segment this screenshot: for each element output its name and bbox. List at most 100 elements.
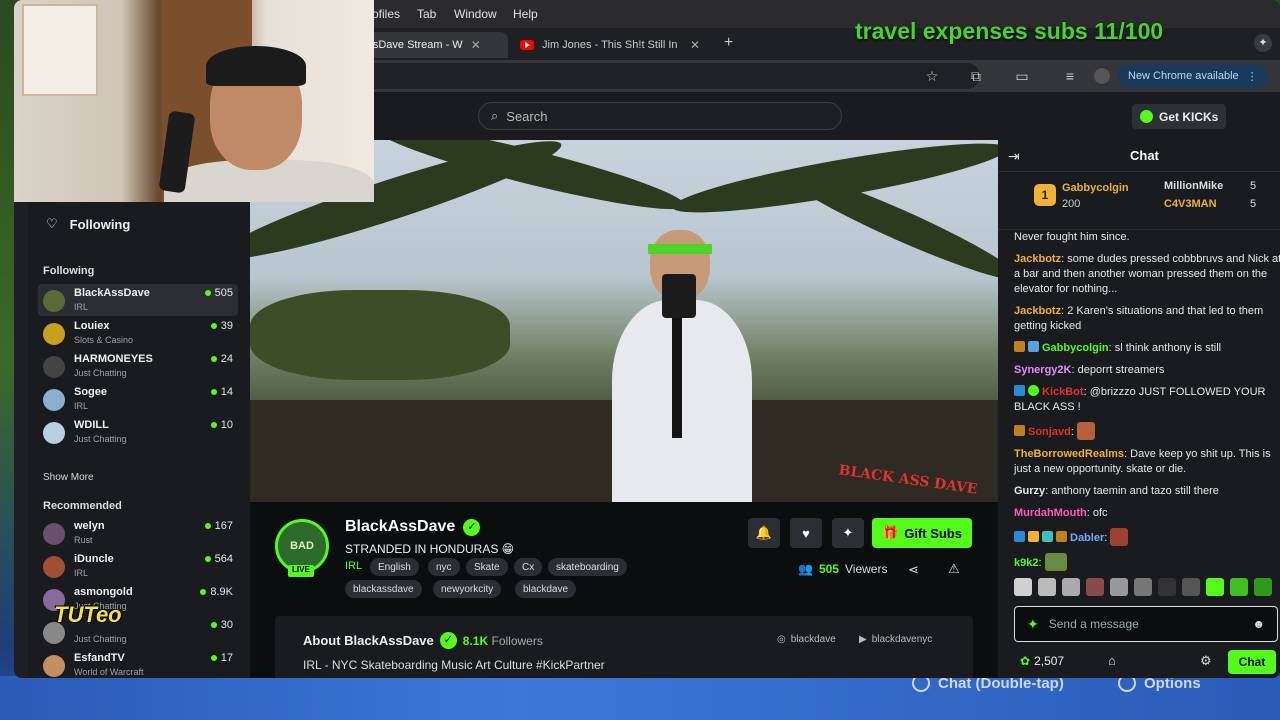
- emote-icon[interactable]: [1254, 578, 1272, 596]
- report-icon[interactable]: ⚠: [948, 561, 960, 577]
- emote-icon[interactable]: [1062, 578, 1080, 596]
- gear-icon[interactable]: ⚙: [1200, 653, 1212, 669]
- chat-input[interactable]: ✦ Send a message ☻: [1014, 606, 1278, 642]
- media-icon[interactable]: ≡: [1062, 68, 1078, 84]
- viewer-count: 👥 505 Viewers: [798, 562, 887, 576]
- live-dot-icon: [200, 589, 207, 595]
- emote-icon[interactable]: [1110, 578, 1128, 596]
- tag-chip[interactable]: Skate: [466, 558, 508, 576]
- sidebar-item-esfandtv[interactable]: EsfandTV World of Warcraft 17: [38, 649, 238, 678]
- address-field[interactable]: [360, 63, 980, 89]
- bookmark-star-icon[interactable]: ☆: [924, 68, 940, 84]
- message-username[interactable]: Jackbotz: [1014, 305, 1061, 317]
- channel-name-heading[interactable]: BlackAssDave ✓: [345, 518, 481, 536]
- message-username[interactable]: Gabbycolgin: [1042, 342, 1109, 354]
- viewer-count-value: 564: [214, 553, 233, 565]
- show-more-link[interactable]: Show More: [43, 472, 94, 483]
- emote-icon[interactable]: [1134, 578, 1152, 596]
- emote-icon[interactable]: [1182, 578, 1200, 596]
- extensions-icon[interactable]: ⧉: [968, 68, 984, 84]
- menu-help[interactable]: Help: [513, 7, 538, 21]
- category-link[interactable]: IRL: [345, 560, 362, 572]
- menu-tab[interactable]: Tab: [417, 7, 436, 21]
- tag-chip[interactable]: blackdave: [515, 580, 577, 598]
- youtube-link[interactable]: ▶ blackdavenyc: [859, 634, 932, 645]
- viewer-count: 14: [210, 386, 233, 398]
- heart-icon: ♡: [46, 216, 58, 231]
- gift-icon: 🎁: [882, 525, 899, 540]
- message-username[interactable]: k9k2: [1014, 557, 1038, 569]
- avatar: [43, 389, 65, 411]
- message-username[interactable]: Dabler: [1070, 532, 1104, 544]
- bush: [250, 290, 510, 380]
- sidebar-item-welyn[interactable]: welyn Rust 167: [38, 517, 238, 549]
- new-chrome-available-button[interactable]: New Chrome available ⋮: [1118, 64, 1268, 88]
- tag-chip[interactable]: blackassdave: [345, 580, 422, 598]
- emote-icon[interactable]: [1230, 578, 1248, 596]
- sidebar-item-blackassdave[interactable]: BlackAssDave IRL 505: [38, 284, 238, 316]
- instagram-link[interactable]: ◎ blackdave: [777, 634, 836, 645]
- top-gifter-name[interactable]: Gabbycolgin: [1062, 182, 1129, 194]
- message-text: deporrt streamers: [1077, 364, 1165, 376]
- kicks-balance[interactable]: ✿ 2,507: [1020, 654, 1064, 668]
- chat-message: Synergy2K: deporrt streamers: [1014, 364, 1165, 376]
- tag-chip[interactable]: nyc: [428, 558, 460, 576]
- emote-icon[interactable]: [1206, 578, 1224, 596]
- channel-category: Slots & Casino: [74, 335, 134, 345]
- tag-chip[interactable]: newyorkcity: [433, 580, 502, 598]
- collapse-chat-icon[interactable]: ⇥: [1008, 148, 1020, 165]
- search-input[interactable]: ⌕ Search: [478, 102, 842, 130]
- gift-subs-button[interactable]: 🎁 Gift Subs: [872, 518, 972, 548]
- message-username[interactable]: Synergy2K: [1014, 364, 1071, 376]
- emote-icon[interactable]: [1086, 578, 1104, 596]
- third-gifter-name[interactable]: C4V3MAN: [1164, 198, 1217, 210]
- message-username[interactable]: Sonjavd: [1028, 426, 1071, 438]
- emote-icon[interactable]: [1038, 578, 1056, 596]
- message-username[interactable]: Jackbotz: [1014, 253, 1061, 265]
- sidebar-item-louiex[interactable]: Louiex Slots & Casino 39: [38, 317, 238, 349]
- following-nav[interactable]: ♡ Following: [46, 216, 130, 232]
- message-text: ofc: [1092, 507, 1108, 519]
- send-chat-button[interactable]: Chat: [1228, 650, 1276, 674]
- tag-chip[interactable]: English: [370, 558, 419, 576]
- emote-icon[interactable]: [1158, 578, 1176, 596]
- close-icon[interactable]: ✕: [471, 38, 481, 52]
- message-username[interactable]: TheBorrowedRealms: [1014, 448, 1124, 460]
- sidebar-item-wdill[interactable]: WDILL Just Chatting 10: [38, 416, 238, 448]
- notifications-button[interactable]: 🔔: [748, 518, 780, 548]
- second-gifter-name[interactable]: MillionMike: [1164, 180, 1223, 192]
- browser-window: Profiles Tab Window Help AssDave Stream …: [14, 0, 1280, 678]
- channel-category: Just Chatting: [74, 634, 127, 644]
- channel-name: welyn: [74, 520, 105, 532]
- avatar: [43, 422, 65, 444]
- follow-button[interactable]: ♥: [790, 518, 822, 548]
- close-icon[interactable]: ✕: [690, 38, 700, 52]
- share-icon[interactable]: ⋖: [908, 562, 919, 578]
- emoji-icon[interactable]: ☻: [1252, 617, 1265, 631]
- live-dot-icon: [210, 323, 217, 329]
- tag-chip[interactable]: skateboarding: [548, 558, 627, 576]
- sidebar-item-sogee[interactable]: Sogee IRL 14: [38, 383, 238, 415]
- store-icon[interactable]: ⌂: [1108, 653, 1116, 668]
- kicks-sparkle-icon[interactable]: ✦: [1027, 616, 1039, 633]
- new-tab-button[interactable]: +: [724, 34, 733, 52]
- emote-icon[interactable]: [1014, 578, 1032, 596]
- message-username[interactable]: MurdahMouth: [1014, 507, 1087, 519]
- sidebar-item-iduncle[interactable]: iDuncle IRL 564: [38, 550, 238, 582]
- profile-avatar[interactable]: [1094, 68, 1110, 84]
- channel-category: IRL: [74, 302, 89, 312]
- get-kicks-button[interactable]: Get KICKs: [1132, 104, 1227, 129]
- sparkle-button[interactable]: ✦: [832, 518, 864, 548]
- overlay-title: travel expenses subs 11/100: [855, 18, 1164, 44]
- avatar: [43, 323, 65, 345]
- tag-chip[interactable]: Cx: [514, 558, 543, 576]
- gemini-icon[interactable]: ✦: [1254, 34, 1272, 52]
- viewer-count-value: 505: [214, 287, 233, 299]
- sidebar-item-harmoneyes[interactable]: HARMONEYES Just Chatting 24: [38, 350, 238, 382]
- verified-icon: ✓: [439, 632, 457, 649]
- tab-youtube[interactable]: Jim Jones - This Sh!t Still In ✕: [510, 32, 710, 58]
- message-username[interactable]: KickBot: [1042, 386, 1084, 398]
- menu-window[interactable]: Window: [454, 7, 497, 21]
- message-username[interactable]: Gurzy: [1014, 485, 1045, 497]
- cast-icon[interactable]: ▭: [1014, 68, 1030, 84]
